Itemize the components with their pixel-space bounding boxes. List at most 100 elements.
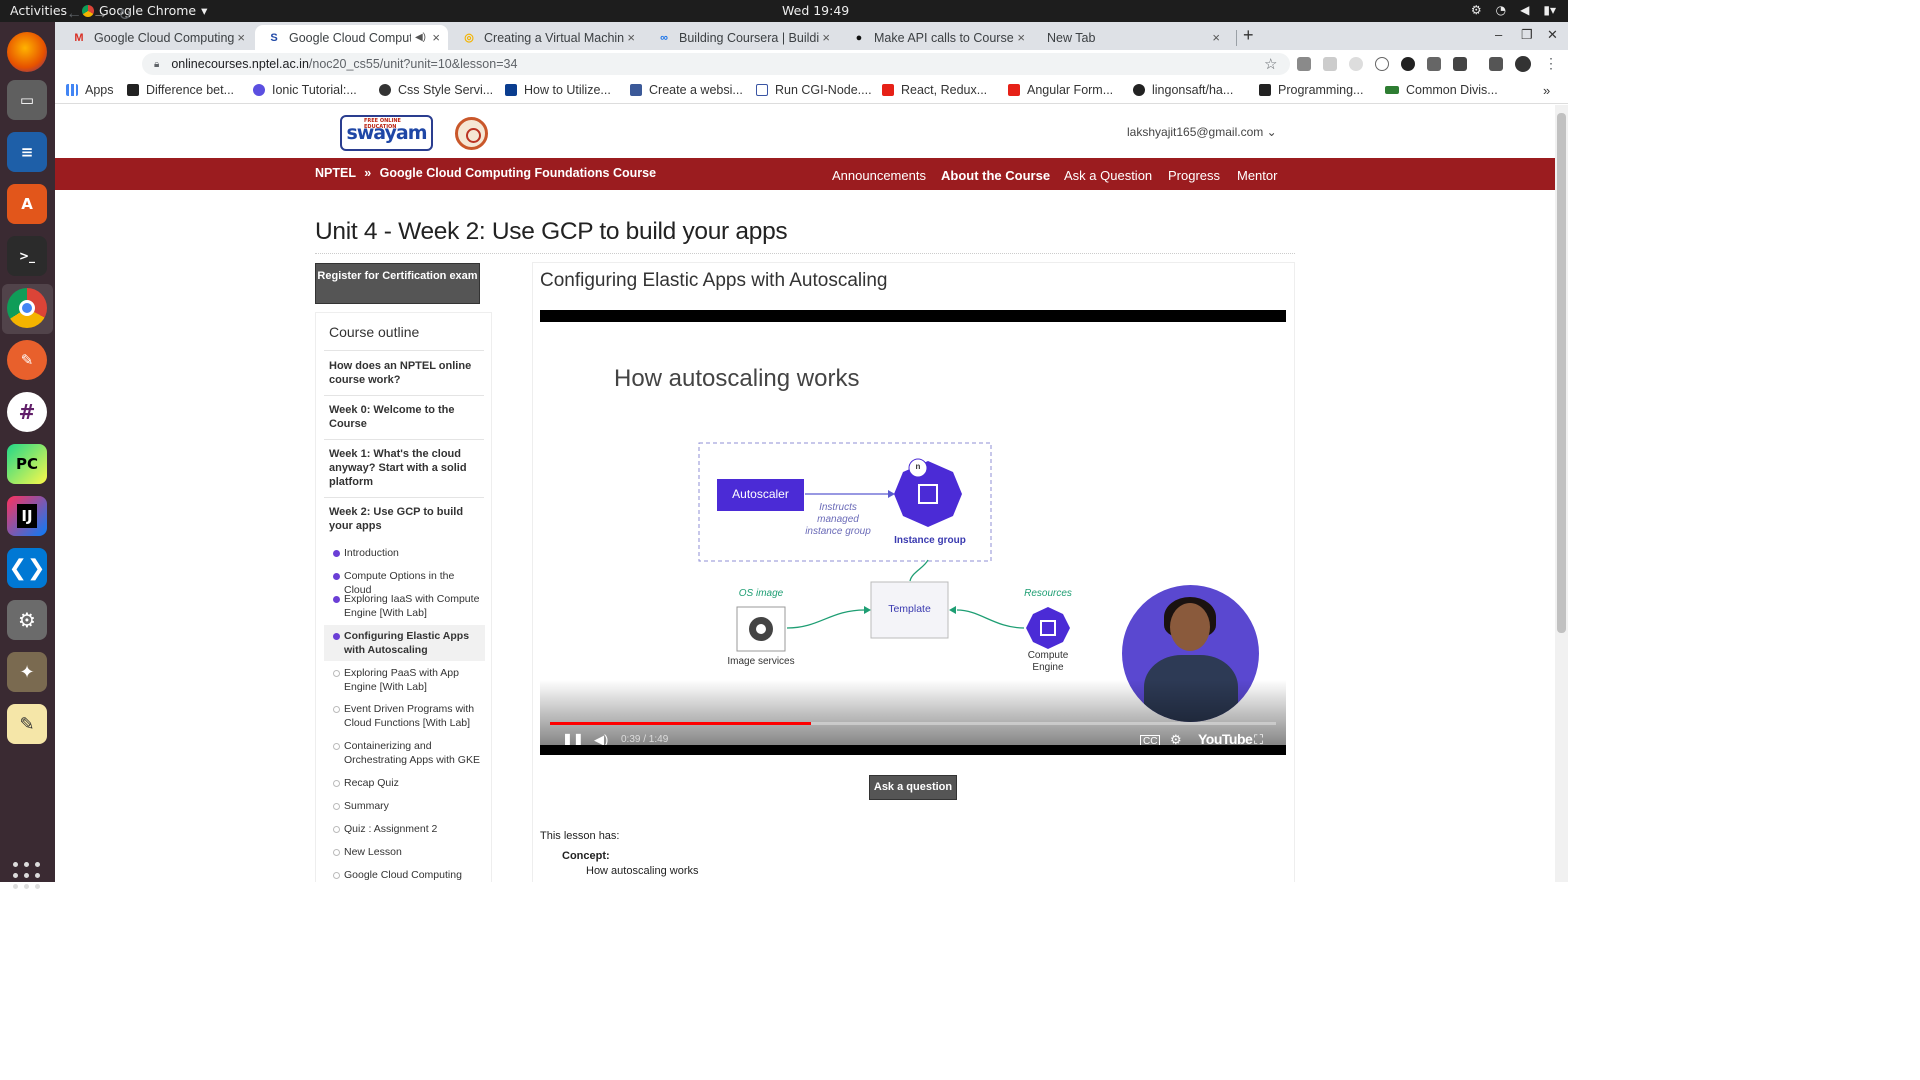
address-bar[interactable]: 🔒︎ onlinecourses.nptel.ac.in/noc20_cs55/… [142, 53, 1290, 75]
close-icon[interactable]: × [1212, 30, 1220, 45]
globe-icon [379, 84, 391, 96]
breadcrumb-home[interactable]: NPTEL [315, 166, 356, 180]
ask-question-button[interactable]: Ask a question [869, 775, 957, 800]
profile-avatar[interactable] [1515, 56, 1531, 72]
user-menu[interactable]: lakshyajit165@gmail.com ⌄ [1127, 125, 1277, 139]
chrome-dock-icon[interactable] [7, 288, 47, 328]
terminal-icon[interactable]: >_ [7, 236, 47, 276]
register-certification-button[interactable]: Register for Certification exam [315, 263, 480, 304]
intellij-icon[interactable]: IJ [7, 496, 47, 536]
outline-week-item[interactable]: Week 1: What's the cloud anyway? Start w… [329, 447, 484, 489]
nav-progress[interactable]: Progress [1168, 168, 1220, 183]
software-center-icon[interactable]: A [7, 184, 47, 224]
activities-button[interactable]: Activities [10, 3, 67, 18]
close-icon[interactable]: × [237, 30, 245, 45]
nav-ask-question[interactable]: Ask a Question [1064, 168, 1152, 183]
tab-active-nptel[interactable]: S Google Cloud Comput ◀) × [255, 25, 448, 50]
gimp-icon[interactable]: ✦ [7, 652, 47, 692]
instance-group-label: Instance group [894, 535, 966, 546]
lesson-item[interactable]: Quiz : Assignment 2 [333, 822, 483, 836]
slack-icon[interactable]: # [7, 392, 47, 432]
postman-icon[interactable]: ✎ [7, 340, 47, 380]
lesson-item[interactable]: Recap Quiz [333, 776, 483, 790]
bookmark-item[interactable]: Create a websi... [630, 83, 743, 97]
bookmark-item[interactable]: Angular Form... [1008, 83, 1113, 97]
bookmark-item[interactable]: React, Redux... [882, 83, 987, 97]
bookmark-item[interactable]: Ionic Tutorial:... [253, 83, 357, 97]
video-player[interactable]: How autoscaling works Autoscaler Instruc… [540, 310, 1286, 755]
bookmark-item[interactable]: How to Utilize... [505, 83, 611, 97]
tab-github[interactable]: ● Make API calls to Courser × [840, 25, 1033, 50]
tab-gmail[interactable]: M Google Cloud Computing × [60, 25, 253, 50]
outline-week-item[interactable]: How does an NPTEL online course work? [329, 359, 484, 387]
lesson-item-current[interactable]: Configuring Elastic Apps with Autoscalin… [324, 625, 485, 661]
lesson-item[interactable]: Exploring IaaS with Compute Engine [With… [333, 592, 483, 620]
lesson-item[interactable]: Summary [333, 799, 483, 813]
window-close-icon[interactable]: ✕ [1547, 27, 1558, 43]
page-scrollbar[interactable] [1555, 105, 1568, 882]
tab-new-tab[interactable]: New Tab × [1035, 25, 1228, 50]
text-editor-icon[interactable]: ✎ [7, 704, 47, 744]
extension-icon[interactable] [1375, 57, 1389, 71]
lesson-item[interactable]: Introduction [333, 546, 483, 560]
vscode-icon[interactable]: ❮❯ [7, 548, 47, 588]
lesson-item[interactable]: Exploring PaaS with App Engine [With Lab… [333, 666, 483, 694]
bookmark-item[interactable]: Css Style Servi... [379, 83, 493, 97]
close-icon[interactable]: × [822, 30, 830, 45]
outline-week-item-current[interactable]: Week 2: Use GCP to build your apps [329, 505, 484, 533]
media-control-icon[interactable] [1489, 57, 1503, 71]
bookmark-star-icon[interactable]: ☆ [1264, 55, 1277, 73]
menu-icon[interactable]: ⋮ [1544, 55, 1558, 72]
eyedropper-extension-icon[interactable] [1453, 57, 1467, 71]
nav-announcements[interactable]: Announcements [832, 168, 926, 183]
outline-week-item[interactable]: Week 0: Welcome to the Course [329, 403, 484, 431]
maximize-icon[interactable]: ❐ [1521, 27, 1533, 43]
system-tray[interactable]: ⚙ ◔ ◀ ▮▾ [1471, 3, 1556, 17]
clock[interactable]: Wed 19:49 [782, 3, 849, 18]
bookmark-item[interactable]: Programming... [1259, 83, 1363, 97]
writer-icon[interactable]: ≡ [7, 132, 47, 172]
nav-about-course[interactable]: About the Course [941, 168, 1050, 183]
swayam-logo[interactable]: FREE ONLINE EDUCATION swayam [340, 115, 433, 151]
video-progress-bar[interactable] [550, 722, 1276, 725]
lesson-item[interactable]: Containerizing and Orchestrating Apps wi… [333, 739, 483, 767]
lesson-item[interactable]: Event Driven Programs with Cloud Functio… [333, 702, 483, 730]
minimize-icon[interactable]: – [1495, 27, 1502, 42]
nav-mentor[interactable]: Mentor [1237, 168, 1277, 183]
bookmark-item[interactable]: Common Divis... [1385, 83, 1498, 97]
extension-icon[interactable] [1401, 57, 1415, 71]
course-outline-heading: Course outline [329, 324, 420, 340]
extension-icon[interactable] [1323, 57, 1337, 71]
breadcrumb-course[interactable]: Google Cloud Computing Foundations Cours… [380, 166, 656, 180]
bookmark-item[interactable]: lingonsaft/ha... [1133, 83, 1233, 97]
tab-qwiklabs[interactable]: ◎ Creating a Virtual Machin × [450, 25, 643, 50]
connector-line [956, 609, 1025, 629]
firefox-icon[interactable] [7, 32, 47, 72]
bookmark-apps[interactable]: Apps [66, 83, 114, 97]
calendar-icon [756, 84, 768, 96]
close-icon[interactable]: × [1017, 30, 1025, 45]
scrollbar-thumb[interactable] [1557, 113, 1566, 633]
lesson-item[interactable]: New Lesson [333, 845, 483, 859]
bookmark-item[interactable]: Run CGI-Node.... [756, 83, 872, 97]
close-icon[interactable]: × [432, 30, 440, 45]
files-icon[interactable]: ▭ [7, 80, 47, 120]
extension-icon[interactable] [1349, 57, 1363, 71]
camera-extension-icon[interactable] [1297, 57, 1311, 71]
tab-coursera[interactable]: ∞ Building Coursera | Buildi × [645, 25, 838, 50]
settings-icon[interactable]: ⚙ [7, 600, 47, 640]
close-icon[interactable]: × [627, 30, 635, 45]
extension-icon[interactable] [1427, 57, 1441, 71]
pycharm-icon[interactable]: PC [7, 444, 47, 484]
show-applications-icon[interactable] [13, 862, 41, 890]
new-tab-button[interactable]: + [1243, 25, 1254, 46]
reload-icon[interactable]: ↻ [118, 5, 131, 25]
hashnode-icon [1259, 84, 1271, 96]
lesson-item[interactable]: Google Cloud Computing [333, 868, 483, 882]
forward-icon[interactable]: → [92, 5, 108, 23]
bookmarks-overflow-icon[interactable]: » [1543, 83, 1550, 98]
divider [324, 395, 484, 396]
back-icon[interactable]: ← [66, 5, 82, 23]
audio-icon[interactable]: ◀) [415, 32, 426, 43]
bookmark-item[interactable]: Difference bet... [127, 83, 234, 97]
